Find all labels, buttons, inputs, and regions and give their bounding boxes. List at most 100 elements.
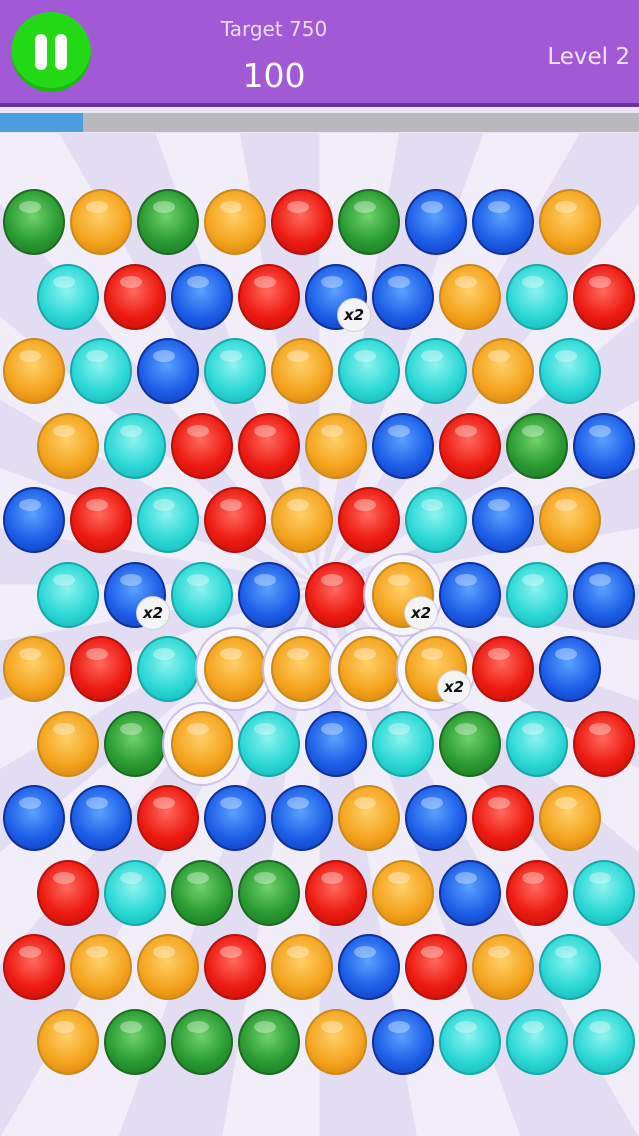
bubble-orange[interactable] [3, 338, 65, 404]
bubble-orange[interactable] [37, 710, 99, 777]
bubble-cyan[interactable] [573, 859, 635, 926]
bubble-cyan[interactable] [506, 710, 568, 777]
bubble-green[interactable] [171, 1008, 233, 1075]
bubble-red[interactable] [305, 561, 367, 628]
bubble-cyan[interactable] [539, 934, 601, 1000]
bubble-red[interactable] [472, 636, 534, 702]
bubble-blue[interactable] [405, 189, 467, 255]
bubble-cyan[interactable] [238, 710, 300, 777]
bubble-blue[interactable] [171, 263, 233, 330]
bubble-cyan[interactable] [405, 338, 467, 404]
bubble-blue[interactable] [439, 561, 501, 628]
bubble-red[interactable] [171, 412, 233, 479]
bubble-blue[interactable] [539, 636, 601, 702]
bubble-orange[interactable] [305, 1008, 367, 1075]
bubble-orange[interactable] [338, 636, 400, 702]
bubble-orange[interactable] [472, 338, 534, 404]
bubble-red[interactable] [70, 487, 132, 553]
bubble-blue[interactable]: x2 [104, 561, 170, 630]
bubble-blue[interactable] [573, 412, 635, 479]
bubble-red[interactable] [204, 934, 266, 1000]
bubble-cyan[interactable] [506, 1008, 568, 1075]
bubble-cyan[interactable] [539, 338, 601, 404]
bubble-orange[interactable] [439, 263, 501, 330]
bubble-red[interactable] [271, 189, 333, 255]
bubble-orange[interactable] [70, 934, 132, 1000]
bubble-green[interactable] [338, 189, 400, 255]
bubble-orange[interactable] [37, 412, 99, 479]
bubble-green[interactable] [238, 859, 300, 926]
bubble-red[interactable] [439, 412, 501, 479]
bubble-orange[interactable] [539, 487, 601, 553]
bubble-orange[interactable]: x2 [372, 561, 438, 630]
bubble-green[interactable] [506, 412, 568, 479]
bubble-orange[interactable] [372, 859, 434, 926]
bubble-orange[interactable] [171, 710, 233, 777]
bubble-cyan[interactable] [573, 1008, 635, 1075]
bubble-blue[interactable] [338, 934, 400, 1000]
bubble-cyan[interactable] [405, 487, 467, 553]
bubble-blue[interactable] [305, 710, 367, 777]
bubble-red[interactable] [472, 785, 534, 851]
bubble-orange[interactable] [305, 412, 367, 479]
bubble-cyan[interactable] [338, 338, 400, 404]
bubble-orange[interactable] [539, 189, 601, 255]
bubble-cyan[interactable] [506, 263, 568, 330]
bubble-red[interactable] [37, 859, 99, 926]
bubble-red[interactable] [573, 263, 635, 330]
bubble-orange[interactable] [204, 189, 266, 255]
bubble-orange[interactable]: x2 [405, 636, 471, 704]
bubble-red[interactable] [204, 487, 266, 553]
bubble-orange[interactable] [271, 487, 333, 553]
bubble-cyan[interactable] [506, 561, 568, 628]
bubble-red[interactable] [573, 710, 635, 777]
bubble-cyan[interactable] [204, 338, 266, 404]
bubble-blue[interactable] [472, 487, 534, 553]
bubble-red[interactable] [338, 487, 400, 553]
bubble-cyan[interactable] [37, 263, 99, 330]
bubble-red[interactable] [506, 859, 568, 926]
bubble-blue[interactable] [137, 338, 199, 404]
bubble-orange[interactable] [70, 189, 132, 255]
bubble-red[interactable] [305, 859, 367, 926]
bubble-blue[interactable] [70, 785, 132, 851]
bubble-red[interactable] [238, 263, 300, 330]
bubble-cyan[interactable] [104, 859, 166, 926]
bubble-blue[interactable] [372, 263, 434, 330]
bubble-blue[interactable] [372, 1008, 434, 1075]
bubble-orange[interactable] [539, 785, 601, 851]
bubble-red[interactable] [70, 636, 132, 702]
bubble-orange[interactable] [271, 338, 333, 404]
bubble-cyan[interactable] [137, 636, 199, 702]
bubble-red[interactable] [405, 934, 467, 1000]
bubble-red[interactable] [104, 263, 166, 330]
bubble-blue[interactable] [372, 412, 434, 479]
bubble-cyan[interactable] [171, 561, 233, 628]
bubble-green[interactable] [3, 189, 65, 255]
bubble-orange[interactable] [137, 934, 199, 1000]
bubble-cyan[interactable] [372, 710, 434, 777]
bubble-cyan[interactable] [137, 487, 199, 553]
bubble-green[interactable] [104, 1008, 166, 1075]
bubble-blue[interactable] [204, 785, 266, 851]
bubble-orange[interactable] [37, 1008, 99, 1075]
bubble-blue[interactable] [573, 561, 635, 628]
bubble-green[interactable] [104, 710, 166, 777]
bubble-blue[interactable] [472, 189, 534, 255]
bubble-cyan[interactable] [439, 1008, 501, 1075]
bubble-green[interactable] [171, 859, 233, 926]
bubble-blue[interactable] [238, 561, 300, 628]
bubble-orange[interactable] [204, 636, 266, 702]
bubble-orange[interactable] [472, 934, 534, 1000]
bubble-blue[interactable] [3, 487, 65, 553]
bubble-green[interactable] [439, 710, 501, 777]
bubble-red[interactable] [137, 785, 199, 851]
bubble-cyan[interactable] [70, 338, 132, 404]
bubble-board[interactable]: x2 x2 x2 x2 [0, 0, 639, 1136]
bubble-orange[interactable] [271, 636, 333, 702]
bubble-red[interactable] [238, 412, 300, 479]
bubble-green[interactable] [137, 189, 199, 255]
bubble-blue[interactable] [439, 859, 501, 926]
bubble-cyan[interactable] [37, 561, 99, 628]
bubble-orange[interactable] [338, 785, 400, 851]
